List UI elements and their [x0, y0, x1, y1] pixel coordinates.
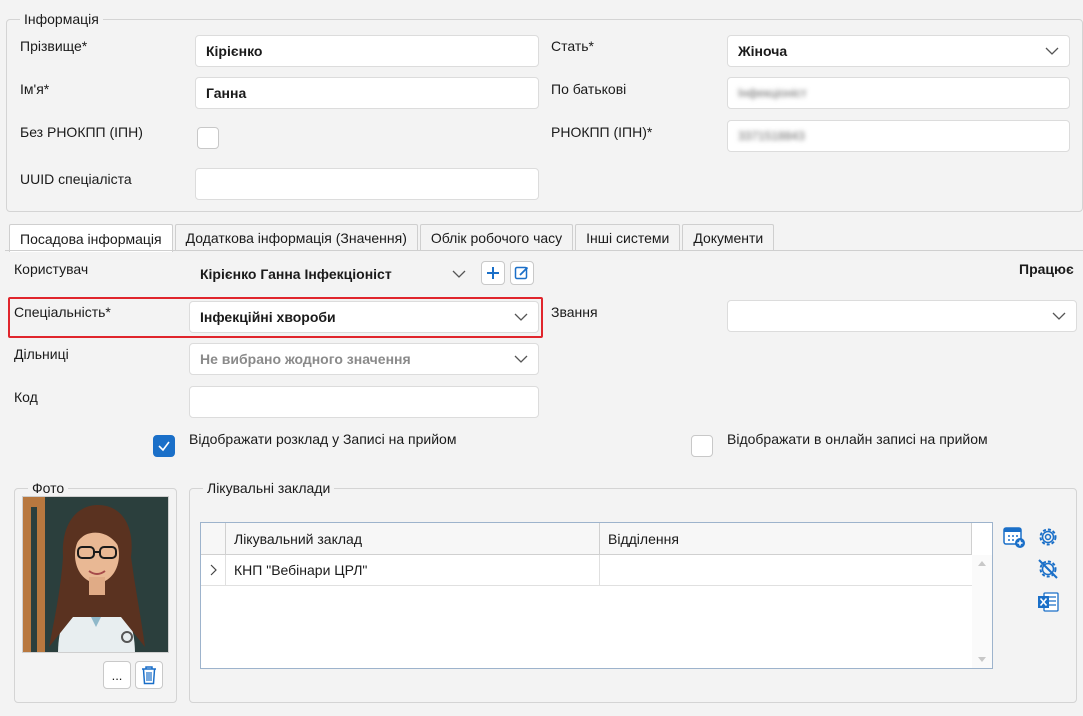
patronymic-field[interactable]: Інфекціоніст — [727, 77, 1070, 109]
code-label: Код — [14, 389, 38, 405]
checkmark-icon — [158, 441, 170, 452]
show-online-label: Відображати в онлайн записі на прийом — [727, 431, 988, 447]
tab-position-info[interactable]: Посадова інформація — [9, 224, 173, 252]
column-header-facility[interactable]: Лікувальний заклад — [226, 523, 600, 554]
scroll-up-icon[interactable] — [977, 559, 987, 567]
patronymic-value: Інфекціоніст — [738, 86, 807, 100]
name-label: Ім'я* — [20, 81, 50, 97]
code-field[interactable] — [189, 386, 539, 418]
specialty-label: Спеціальність* — [14, 304, 111, 320]
add-user-button[interactable] — [481, 261, 505, 285]
user-value: Кірієнко Ганна Інфекціоніст — [200, 266, 392, 282]
no-tax-checkbox[interactable] — [197, 127, 219, 149]
tax-field[interactable]: 3371518843 — [727, 120, 1070, 152]
scroll-down-icon[interactable] — [977, 656, 987, 664]
delete-photo-button[interactable] — [135, 661, 163, 689]
table-header: Лікувальний заклад Відділення — [201, 523, 972, 555]
tab-additional-info[interactable]: Додаткова інформація (Значення) — [174, 224, 418, 251]
rank-label: Звання — [551, 304, 598, 320]
photo-group-title: Фото — [28, 480, 69, 496]
chevron-down-icon — [514, 355, 528, 363]
surname-value: Кірієнко — [206, 43, 263, 59]
specialty-dropdown[interactable]: Інфекційні хвороби — [189, 301, 539, 333]
tab-strip: Посадова інформація Додаткова інформація… — [9, 224, 776, 252]
gear-icon — [1039, 528, 1057, 546]
chevron-down-icon — [452, 270, 466, 278]
tax-value: 3371518843 — [738, 129, 805, 143]
calendar-add-icon — [1003, 527, 1025, 548]
facilities-table: Лікувальний заклад Відділення КНП "Вебін… — [200, 522, 993, 669]
specialty-value: Інфекційні хвороби — [200, 309, 336, 325]
chevron-down-icon — [1045, 47, 1059, 55]
trash-icon — [142, 666, 156, 685]
uuid-label: UUID спеціаліста — [20, 171, 132, 187]
export-excel-button[interactable] — [1035, 589, 1061, 615]
info-group-title: Інформація — [20, 11, 103, 27]
settings-off-button[interactable] — [1035, 556, 1061, 582]
edit-icon — [514, 266, 529, 280]
table-cell-department — [600, 555, 972, 585]
gender-value: Жіноча — [738, 43, 788, 59]
browse-photo-button[interactable]: ... — [103, 661, 131, 689]
surname-field[interactable]: Кірієнко — [195, 35, 539, 67]
gender-dropdown[interactable]: Жіноча — [727, 35, 1070, 67]
chevron-down-icon — [514, 313, 528, 321]
uuid-field[interactable] — [195, 168, 539, 200]
surname-label: Прізвище* — [20, 38, 88, 54]
tax-label: РНОКПП (ІПН)* — [551, 124, 653, 140]
user-label: Користувач — [14, 261, 89, 277]
gear-off-icon — [1038, 559, 1058, 579]
patronymic-label: По батькові — [551, 81, 627, 97]
chevron-down-icon — [1052, 312, 1066, 320]
facilities-group-title: Лікувальні заклади — [203, 480, 335, 496]
districts-placeholder: Не вибрано жодного значення — [200, 351, 411, 367]
table-cell-facility: КНП "Вебінари ЦРЛ" — [226, 555, 600, 585]
rank-dropdown[interactable] — [727, 300, 1077, 332]
gender-label: Стать* — [551, 38, 594, 54]
edit-user-button[interactable] — [510, 261, 534, 285]
table-row[interactable]: КНП "Вебінари ЦРЛ" — [201, 555, 972, 586]
no-tax-label: Без РНОКПП (ІПН) — [20, 124, 143, 140]
districts-label: Дільниці — [14, 346, 69, 362]
photo-image — [22, 496, 169, 653]
show-schedule-checkbox[interactable] — [153, 435, 175, 457]
employment-status: Працює — [1019, 261, 1074, 277]
add-facility-button[interactable] — [1001, 524, 1027, 550]
districts-dropdown[interactable]: Не вибрано жодного значення — [189, 343, 539, 375]
show-schedule-label: Відображати розклад у Записі на прийом — [189, 431, 457, 447]
avatar — [23, 497, 168, 652]
tab-other-systems[interactable]: Інші системи — [575, 224, 681, 251]
user-dropdown[interactable]: Кірієнко Ганна Інфекціоніст — [189, 258, 477, 290]
excel-icon — [1038, 592, 1059, 612]
settings-button[interactable] — [1035, 524, 1061, 550]
show-online-checkbox[interactable] — [691, 435, 713, 457]
chevron-right-icon — [210, 564, 217, 576]
tab-documents[interactable]: Документи — [682, 224, 775, 251]
column-header-department[interactable]: Відділення — [600, 523, 972, 554]
name-value: Ганна — [206, 85, 247, 101]
name-field[interactable]: Ганна — [195, 77, 539, 109]
tab-work-time[interactable]: Облік робочого часу — [419, 224, 574, 251]
plus-icon — [487, 267, 499, 279]
table-scrollbar[interactable] — [972, 555, 992, 668]
